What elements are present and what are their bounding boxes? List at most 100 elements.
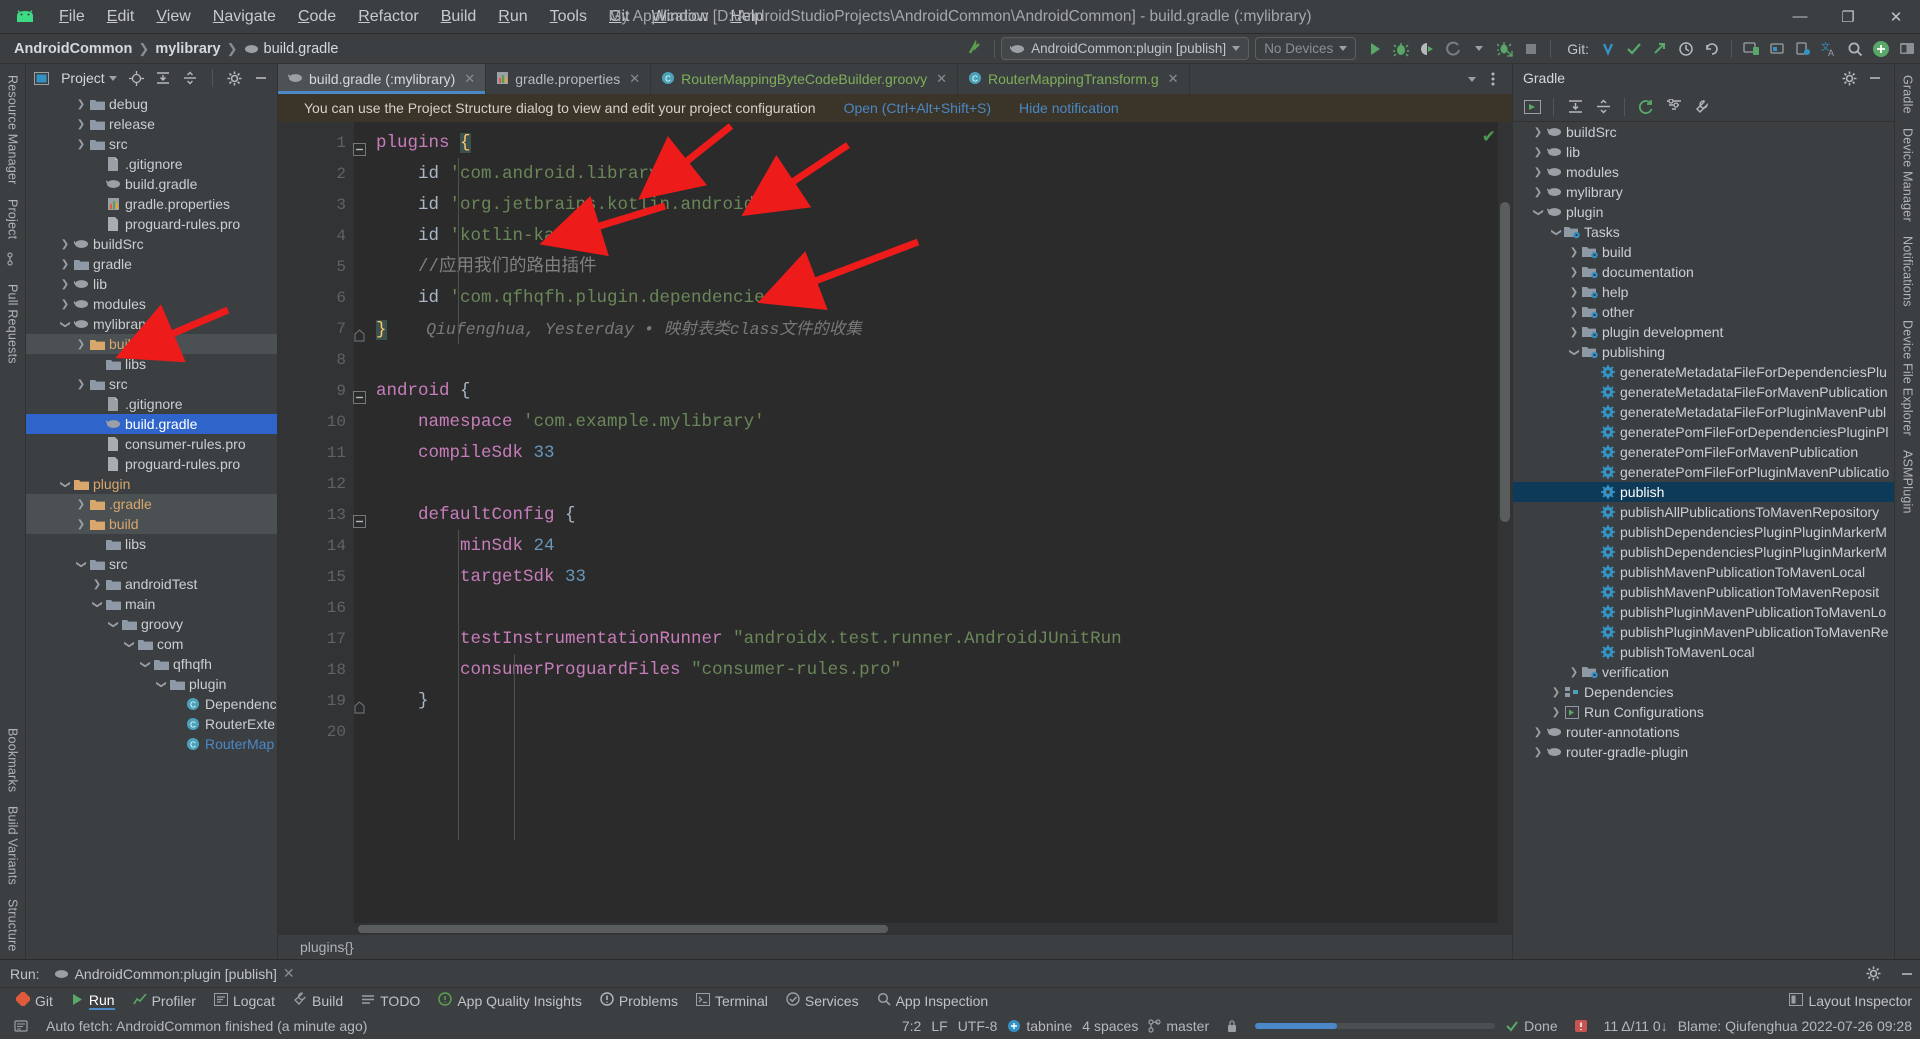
line-number[interactable]: 2 [278, 159, 354, 190]
chevron-down-icon[interactable]: ❯ [108, 617, 119, 631]
line-number[interactable]: 3 [278, 190, 354, 221]
editor-vertical-scrollbar[interactable] [1500, 202, 1510, 522]
project-tree-item[interactable]: ❯ main [26, 594, 277, 614]
editor-tab[interactable]: gradle.properties ✕ [486, 64, 652, 94]
gradle-tree-item[interactable]: publishDependenciesPluginPluginMarkerM [1513, 522, 1894, 542]
hide-panel-icon[interactable] [1862, 65, 1888, 91]
git-push-icon[interactable] [1647, 36, 1673, 62]
project-tree-item[interactable]: ❯ src [26, 554, 277, 574]
gradle-tree-item[interactable]: ❯ modules [1513, 162, 1894, 182]
chevron-down-icon[interactable] [1468, 76, 1476, 82]
hide-notification-link[interactable]: Hide notification [1019, 100, 1119, 116]
sdk-manager-icon[interactable] [1764, 36, 1790, 62]
rail-item-asmplugin[interactable]: ASMPlugin [1897, 443, 1919, 521]
chevron-right-icon[interactable]: ❯ [1567, 267, 1581, 278]
debug-icon[interactable] [1388, 36, 1414, 62]
line-number[interactable]: 14 [278, 531, 354, 562]
expand-all-icon[interactable] [152, 65, 175, 91]
rail-item-device-manager[interactable]: Device Manager [1897, 121, 1919, 229]
project-tree-item[interactable]: ❯ lib [26, 274, 277, 294]
lock-icon[interactable] [1219, 1013, 1245, 1039]
gradle-tree-item[interactable]: publish [1513, 482, 1894, 502]
gradle-tree-item[interactable]: ❯ documentation [1513, 262, 1894, 282]
chevron-down-icon[interactable]: ❯ [140, 657, 151, 671]
line-number[interactable]: 8 [278, 345, 354, 376]
gradle-tree-item[interactable]: publishMavenPublicationToMavenReposit [1513, 582, 1894, 602]
rail-item-pull-requests[interactable]: Pull Requests [2, 277, 24, 371]
chevron-right-icon[interactable]: ❯ [1531, 127, 1545, 138]
project-tree-item[interactable]: C RouterExte [26, 714, 277, 734]
undo-icon[interactable] [1699, 36, 1725, 62]
menu-navigate[interactable]: Navigate [202, 4, 287, 30]
project-tree-item[interactable]: ❯ release [26, 114, 277, 134]
rail-item-bookmarks[interactable]: Bookmarks [2, 721, 24, 799]
gradle-tree-item[interactable]: ❯ Run Configurations [1513, 702, 1894, 722]
gradle-tree-item[interactable]: publishDependenciesPluginPluginMarkerM [1513, 542, 1894, 562]
gradle-tree-item[interactable]: ❯ publishing [1513, 342, 1894, 362]
maximize-button[interactable]: ❐ [1824, 0, 1872, 33]
chevron-down-icon[interactable]: ❯ [1569, 345, 1580, 359]
tool-window-services[interactable]: Services [778, 990, 867, 1011]
chevron-down-icon[interactable]: ❯ [156, 677, 167, 691]
run-icon[interactable] [1362, 36, 1388, 62]
chevron-right-icon[interactable]: ❯ [1531, 167, 1545, 178]
chevron-down-icon[interactable]: ❯ [92, 597, 103, 611]
inspection-ok-icon[interactable]: ✔ [1482, 127, 1496, 147]
expand-all-icon[interactable] [1562, 94, 1588, 120]
chevron-down-icon[interactable]: ❯ [60, 477, 71, 491]
code-line[interactable] [354, 717, 1512, 748]
stop-icon[interactable] [1518, 36, 1544, 62]
execute-task-icon[interactable] [1519, 94, 1545, 120]
gradle-tree-item[interactable]: ❯ build [1513, 242, 1894, 262]
build-variants-icon[interactable] [962, 36, 988, 62]
pull-requests-icon[interactable] [6, 246, 20, 277]
project-tree-item[interactable]: ❯ gradle [26, 254, 277, 274]
menu-view[interactable]: View [145, 4, 201, 30]
code-line[interactable]: android { [354, 376, 1512, 407]
caret-position[interactable]: 7:2 [902, 1018, 921, 1034]
gradle-tree-item[interactable]: publishPluginMavenPublicationToMavenLo [1513, 602, 1894, 622]
filter-icon[interactable] [1661, 94, 1687, 120]
project-tree-item[interactable]: proguard-rules.pro [26, 214, 277, 234]
event-log-icon[interactable] [8, 1013, 34, 1039]
menu-window[interactable]: Window [640, 4, 719, 30]
plus-icon[interactable] [1868, 36, 1894, 62]
line-number[interactable]: 9 [278, 376, 366, 407]
tool-window-problems[interactable]: Problems [592, 990, 686, 1011]
line-number[interactable]: 19 [278, 686, 365, 717]
git-update-icon[interactable] [1595, 36, 1621, 62]
tool-window-logcat[interactable]: Logcat [206, 991, 283, 1011]
code-line[interactable]: plugins { [354, 128, 1512, 159]
code-content[interactable]: plugins { id 'com.android.library' id 'o… [354, 122, 1512, 923]
chevron-right-icon[interactable]: ❯ [74, 119, 88, 130]
device-manager-icon[interactable] [1790, 36, 1816, 62]
layout-icon[interactable] [1894, 36, 1920, 62]
rail-item-build-variants[interactable]: Build Variants [2, 799, 24, 892]
gradle-tree-item[interactable]: generateMetadataFileForDependenciesPlu [1513, 362, 1894, 382]
rail-item-notifications[interactable]: Notifications [1897, 229, 1919, 314]
chevron-right-icon[interactable]: ❯ [74, 139, 88, 150]
gradle-tree-item[interactable]: generatePomFileForMavenPublication [1513, 442, 1894, 462]
gradle-tree-item[interactable]: ❯ plugin [1513, 202, 1894, 222]
gradle-tree-item[interactable]: generateMetadataFileForPluginMavenPubl [1513, 402, 1894, 422]
line-separator[interactable]: LF [931, 1018, 947, 1034]
gear-icon[interactable] [223, 65, 246, 91]
chevron-right-icon[interactable]: ❯ [1567, 327, 1581, 338]
line-number[interactable]: 11 [278, 438, 354, 469]
code-line[interactable]: targetSdk 33 [354, 562, 1512, 593]
more-options-icon[interactable] [1480, 66, 1506, 92]
code-line[interactable]: id 'org.jetbrains.kotlin.android' [354, 190, 1512, 221]
project-tree[interactable]: ❯ debug ❯ release ❯ src .gitignore build.gradle… [26, 92, 277, 959]
chevron-right-icon[interactable]: ❯ [1531, 147, 1545, 158]
editor-tab[interactable]: C RouterMappingTransform.g ✕ [958, 64, 1190, 94]
editor-tab[interactable]: C RouterMappingByteCodeBuilder.groovy ✕ [651, 64, 958, 94]
chevron-right-icon[interactable]: ❯ [58, 279, 72, 290]
gradle-tree-item[interactable]: generateMetadataFileForMavenPublication [1513, 382, 1894, 402]
code-line[interactable]: id 'com.qfhqfh.plugin.dependencies' [354, 283, 1512, 314]
code-line[interactable]: consumerProguardFiles "consumer-rules.pr… [354, 655, 1512, 686]
code-line[interactable]: compileSdk 33 [354, 438, 1512, 469]
code-line[interactable] [354, 345, 1512, 376]
chevron-down-icon[interactable] [1466, 36, 1492, 62]
open-project-structure-link[interactable]: Open (Ctrl+Alt+Shift+S) [844, 100, 991, 116]
translate-icon[interactable]: 文A [1816, 36, 1842, 62]
